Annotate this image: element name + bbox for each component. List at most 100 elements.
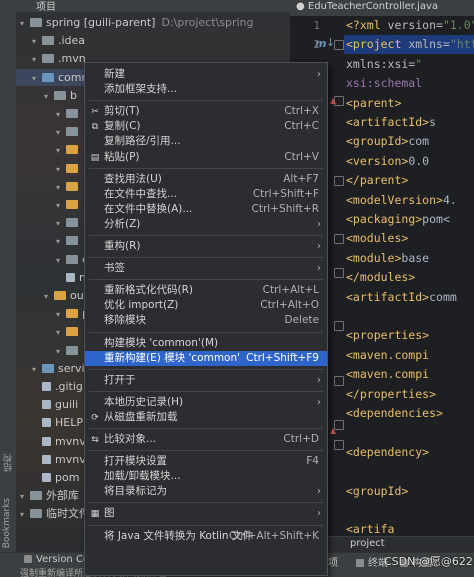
code-line[interactable]: <properties> [346,326,429,345]
file-icon [42,454,51,464]
override-marker-icon[interactable] [330,428,336,434]
folder-icon [66,345,78,355]
menu-item[interactable]: 分析(Z) › [85,217,327,232]
fold-icon[interactable] [334,321,344,331]
fold-icon[interactable] [334,268,344,278]
chevron-down-icon[interactable]: ▾ [56,106,66,123]
chevron-down-icon[interactable]: ▾ [56,233,66,250]
chevron-down-icon[interactable]: ▾ [44,288,54,305]
menu-item[interactable]: 本地历史记录(H) › [85,395,327,410]
code-line[interactable]: </parent> [346,171,408,190]
code-line[interactable]: <groupId> [346,482,408,501]
code-line[interactable]: <modelVersion>4. [346,191,457,210]
menu-item[interactable]: 在文件中替换(A)... Ctrl+Shift+R [85,202,327,217]
code-line[interactable]: <artifactId>s [346,113,436,132]
menu-item[interactable]: 书签 › [85,261,327,276]
code-line[interactable]: <artifa [346,520,394,536]
code-line[interactable]: <packaging>pom< [346,210,450,229]
menu-item[interactable]: 新建 › [85,67,327,82]
code-line[interactable]: <artifactId>comm [346,288,457,307]
menu-item[interactable]: 加载/卸载模块... [85,469,327,484]
tree-row-label: .idea [58,34,86,48]
menu-item[interactable]: 打开于 › [85,373,327,388]
folder-icon [30,18,42,27]
fold-icon[interactable] [334,440,344,450]
menu-item[interactable]: 查找用法(U) Alt+F7 [85,172,327,187]
code-line[interactable]: <dependencies> [346,404,443,423]
code-line[interactable]: <modules> [346,229,408,248]
menu-item[interactable]: 将目录标记为 › [85,484,327,499]
chevron-down-icon[interactable]: ▾ [56,124,66,141]
menu-separator [89,100,323,102]
code-line[interactable]: xsi:schemal [346,74,422,93]
menu-item[interactable]: 优化 import(Z) Ctrl+Alt+O [85,298,327,313]
menu-item[interactable]: 重新格式化代码(R) Ctrl+Alt+L [85,283,327,298]
menu-item[interactable]: ⟳ 从磁盘重新加载 [85,410,327,425]
chevron-down-icon[interactable]: ▾ [20,506,30,523]
chevron-down-icon[interactable]: ▾ [56,161,66,178]
fold-icon[interactable] [334,376,344,386]
code-line[interactable]: <?xml version="1.0" [346,16,474,35]
chevron-down-icon[interactable]: ▾ [44,88,54,105]
menu-item[interactable]: 重构(R) › [85,239,327,254]
code-token: </parent> [346,173,409,188]
code-token: comm [429,289,457,304]
chevron-down-icon[interactable]: ▾ [32,33,42,50]
fold-icon[interactable] [334,234,344,244]
chevron-down-icon[interactable]: ▾ [20,15,30,32]
menu-item[interactable]: 将 Java 文件转换为 Kotlin 文件 Ctrl+Alt+Shift+K [85,529,327,544]
bookmarks-tool-button[interactable]: Bookmarks [2,498,12,548]
chevron-down-icon[interactable]: ▾ [56,343,66,360]
menu-item[interactable]: 添加框架支持... [85,82,327,97]
code-line[interactable]: <project xmlns="http [346,35,474,54]
structure-tool-button[interactable]: 结构 [2,454,15,472]
breadcrumb-item[interactable]: project [350,538,385,549]
menu-item[interactable]: ⧉ 复制(C) Ctrl+C [85,119,327,134]
tree-row[interactable]: ▾ .idea [16,32,290,49]
chevron-down-icon[interactable]: ▾ [56,179,66,196]
chevron-right-icon: › [317,218,321,230]
fold-icon[interactable] [334,176,344,186]
chevron-down-icon[interactable]: ▾ [32,51,42,68]
menu-item-label: 打开于 [104,373,136,386]
code-line[interactable]: <maven.compi [346,365,429,384]
menu-item[interactable]: 打开模块设置 F4 [85,454,327,469]
menu-item[interactable]: 复制路径/引用... [85,134,327,149]
reload-icon: ⟳ [91,412,99,423]
override-marker-icon[interactable] [330,98,336,104]
chevron-down-icon[interactable]: ▾ [56,252,66,269]
menu-item[interactable]: ▦ 图 › [85,506,327,521]
code-area[interactable]: <?xml version="1.0"<project xmlns="http … [346,16,474,536]
code-token: base [401,250,430,265]
code-line[interactable]: </properties> [346,385,436,404]
code-line[interactable]: <maven.compi [346,346,429,365]
menu-item[interactable]: 构建模块 'common'(M) [85,336,327,351]
chevron-down-icon[interactable]: ▾ [56,142,66,159]
code-line[interactable]: <dependency> [346,443,429,462]
code-token: <maven.compi [346,367,430,382]
code-line[interactable]: <groupId>com [346,132,429,151]
chevron-down-icon[interactable]: ▾ [56,197,66,214]
editor-tab[interactable]: ● EduTeacherController.java [296,1,438,12]
chevron-down-icon[interactable]: ▾ [56,306,66,323]
code-line[interactable]: </modules> [346,268,415,287]
menu-item[interactable]: 移除模块 Delete [85,313,327,328]
chevron-down-icon[interactable]: ▾ [32,70,42,87]
code-line[interactable]: <module>base [346,249,429,268]
code-line[interactable]: <parent> [346,94,401,113]
menu-item-label: 优化 import(Z) [104,299,179,312]
menu-item[interactable]: 在文件中查找... Ctrl+Shift+F [85,187,327,202]
code-line[interactable]: xmlns:xsi=" [346,55,422,74]
menu-item[interactable]: ▤ 粘贴(P) Ctrl+V [85,150,327,165]
chevron-down-icon[interactable]: ▾ [56,215,66,232]
code-line[interactable]: <version>0.0 [346,152,429,171]
tree-row[interactable]: ▾ spring [guili-parent] D:\project\spring [16,14,290,31]
menu-item[interactable]: 重新构建(E) 模块 'common' Ctrl+Shift+F9 [85,350,327,366]
fold-icon[interactable] [334,40,344,50]
chevron-down-icon[interactable]: ▾ [20,488,30,505]
menu-item[interactable]: ✂ 剪切(T) Ctrl+X [85,104,327,119]
chevron-down-icon[interactable]: ▾ [32,361,42,378]
menu-item[interactable]: ⇆ 比较对象... Ctrl+D [85,432,327,447]
code-token: <dependencies> [346,406,443,420]
chevron-down-icon[interactable]: ▾ [56,324,66,341]
